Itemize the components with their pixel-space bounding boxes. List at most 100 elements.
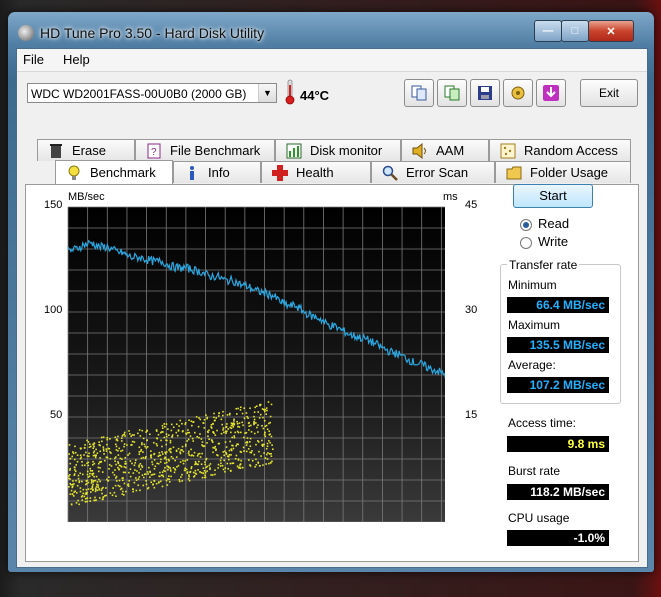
access-time-point: [214, 445, 217, 448]
access-time-point: [165, 479, 168, 482]
access-time-point: [216, 429, 218, 432]
access-time-point: [165, 452, 167, 455]
access-time-point: [194, 463, 196, 466]
access-time-point: [211, 474, 214, 476]
access-time-point: [118, 447, 121, 450]
access-time-point: [218, 442, 221, 445]
tab-info[interactable]: Info: [173, 161, 261, 183]
access-time-point: [102, 496, 105, 499]
access-time-point: [86, 462, 88, 464]
chevron-down-icon[interactable]: ▼: [258, 84, 276, 102]
minimize-button[interactable]: —: [534, 20, 562, 42]
access-time-point: [94, 490, 97, 493]
access-time-point: [146, 471, 149, 473]
maximize-button[interactable]: □: [561, 20, 589, 42]
copy-icon: [411, 85, 427, 101]
access-time-point: [206, 465, 208, 468]
tab-random-access[interactable]: Random Access: [489, 139, 631, 161]
tab-error-scan[interactable]: Error Scan: [371, 161, 495, 183]
access-time-point: [182, 459, 184, 462]
lightbulb-icon: [68, 165, 80, 180]
access-time-point: [150, 456, 153, 459]
access-time-point: [214, 419, 216, 422]
access-time-point: [215, 417, 218, 419]
access-time-point: [202, 422, 204, 424]
access-time-point: [259, 413, 262, 416]
access-time-point: [227, 467, 229, 470]
download-button[interactable]: [536, 79, 566, 107]
access-time-point: [170, 429, 173, 432]
drive-select[interactable]: WDC WD2001FASS-00U0B0 (2000 GB) ▼: [27, 83, 277, 103]
access-time-point: [237, 459, 240, 461]
access-time-point: [152, 483, 154, 486]
access-time-point: [192, 455, 195, 457]
access-time-point: [153, 473, 156, 476]
tab-disk-monitor[interactable]: Disk monitor: [275, 139, 401, 161]
access-time-point: [231, 424, 234, 426]
access-time-point: [265, 453, 268, 456]
exit-button[interactable]: Exit: [580, 79, 638, 107]
access-time-point: [268, 452, 271, 455]
options-button[interactable]: [503, 79, 533, 107]
read-radio[interactable]: [520, 219, 532, 231]
access-time-point: [76, 460, 79, 463]
copy-screenshot-button[interactable]: [437, 79, 467, 107]
access-time-point: [75, 502, 78, 504]
access-time-point: [140, 457, 143, 460]
access-time-point: [133, 441, 136, 443]
close-button[interactable]: ✕: [588, 20, 634, 42]
access-time-point: [161, 485, 164, 488]
access-time-point: [178, 480, 181, 483]
access-time-point: [253, 453, 256, 456]
access-time-point: [264, 431, 266, 434]
access-time-point: [69, 493, 72, 495]
access-time-point: [212, 446, 214, 449]
access-time-point: [268, 440, 270, 442]
access-time-point: [247, 417, 249, 419]
tab-benchmark[interactable]: Benchmark: [55, 160, 173, 184]
access-time-point: [105, 494, 107, 497]
access-time-point: [69, 457, 72, 460]
access-time-point: [94, 487, 97, 490]
access-time-point: [179, 419, 181, 422]
write-radio[interactable]: [520, 237, 532, 249]
access-time-point: [89, 445, 92, 448]
tab-erase[interactable]: Erase: [37, 139, 135, 161]
average-value: 107.2 MB/sec: [507, 377, 609, 393]
access-time-point: [169, 439, 172, 442]
title-bar[interactable]: HD Tune Pro 3.50 - Hard Disk Utility — □…: [8, 12, 654, 48]
tab-folder-usage[interactable]: Folder Usage: [495, 161, 631, 183]
access-time-point: [140, 450, 142, 452]
access-time-point: [82, 492, 85, 495]
copy-info-button[interactable]: [404, 79, 434, 107]
access-time-point: [153, 486, 156, 489]
access-time-point: [203, 427, 206, 429]
access-time-point: [223, 431, 225, 434]
access-time-point: [139, 489, 141, 492]
menu-help[interactable]: Help: [63, 52, 90, 67]
access-time-point: [76, 454, 79, 457]
access-time-point: [93, 499, 96, 502]
tab-file-benchmark[interactable]: ? File Benchmark: [135, 139, 275, 161]
save-button[interactable]: [470, 79, 500, 107]
access-time-point: [78, 503, 80, 506]
access-time-point: [249, 441, 251, 443]
menu-file[interactable]: File: [23, 52, 44, 67]
access-time-point: [179, 452, 182, 455]
start-button[interactable]: Start: [513, 184, 593, 208]
access-time-point: [125, 490, 127, 493]
access-time-point: [111, 494, 114, 497]
access-time-point: [178, 425, 180, 427]
access-time-point: [142, 476, 145, 479]
tab-aam[interactable]: AAM: [401, 139, 489, 161]
access-time-point: [162, 453, 164, 455]
access-time-point: [139, 462, 142, 465]
access-time-point: [165, 423, 168, 425]
access-time-point: [141, 443, 143, 446]
access-time-point: [81, 473, 84, 476]
access-time-point: [100, 436, 103, 439]
access-time-point: [142, 437, 145, 440]
access-time-point: [170, 455, 173, 458]
access-time-point: [121, 435, 124, 437]
tab-health[interactable]: Health: [261, 161, 371, 183]
